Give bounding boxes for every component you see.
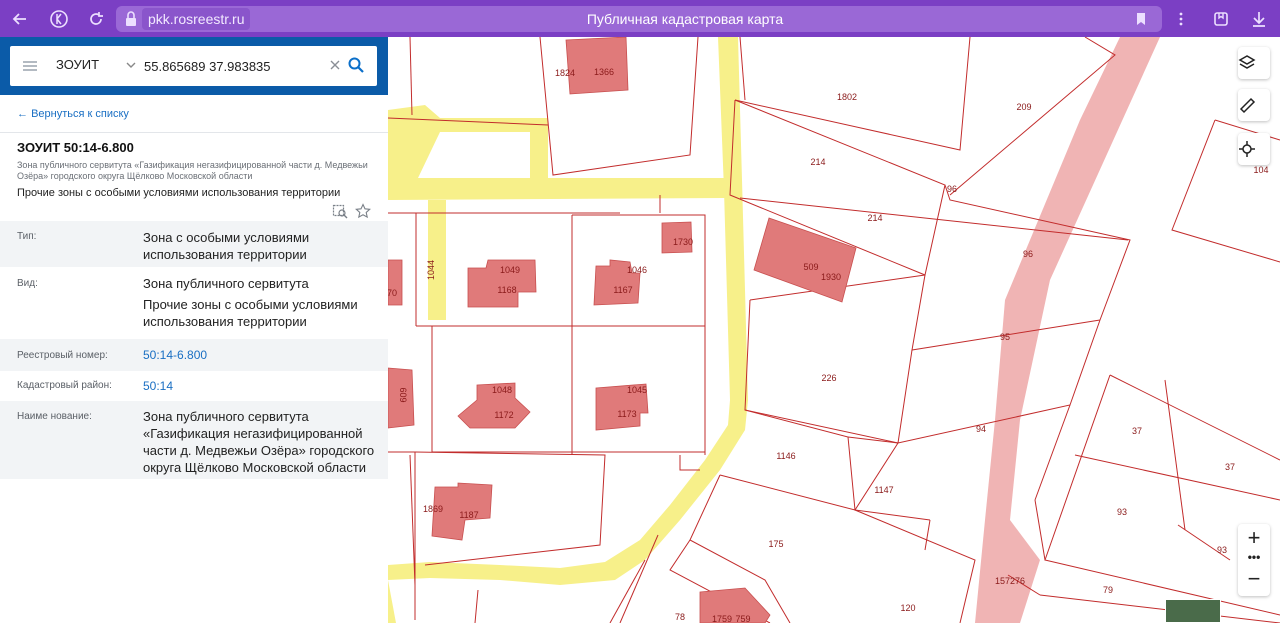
minus-icon[interactable]: − <box>1238 566 1270 594</box>
cadastral-map[interactable]: 1824 1366 1802 209 214 214 96 96 104 509… <box>388 37 1280 623</box>
zoom-to-object-icon[interactable] <box>332 203 348 219</box>
building-label: 509 <box>803 262 818 272</box>
zoom-controls: + ••• − <box>1238 524 1270 596</box>
back-to-list-link[interactable]: ← Вернуться к списку <box>17 108 129 120</box>
parcel-label: 209 <box>1016 102 1031 112</box>
parcel-label: 96 <box>1023 249 1033 259</box>
search-box: ЗОУИТ <box>10 46 377 86</box>
field-row-registry: Реестровый номер: 50:14-6.800 <box>0 339 388 371</box>
divider <box>0 132 388 133</box>
field-row-district: Кадастровый район: 50:14 <box>0 371 388 401</box>
locate-button[interactable] <box>1238 133 1270 165</box>
lock-icon <box>120 8 142 30</box>
parcel-label: 120 <box>900 603 915 613</box>
measure-button[interactable] <box>1238 89 1270 121</box>
parcel-label: 1146 <box>776 451 795 461</box>
parcel-label: 93 <box>1217 545 1227 555</box>
parcel-label: 79 <box>1103 585 1113 595</box>
map-canvas[interactable]: 1824 1366 1802 209 214 214 96 96 104 509… <box>388 37 1280 623</box>
building-label: 1366 <box>594 67 614 77</box>
hamburger-icon[interactable] <box>22 58 38 74</box>
reload-icon[interactable] <box>85 8 107 30</box>
building-label: 70 <box>388 288 397 298</box>
address-domain[interactable]: pkk.rosreestr.ru <box>142 8 251 30</box>
field-value: Зона с особыми условиями использования т… <box>143 230 310 262</box>
field-value: Прочие зоны с особыми условиями использо… <box>143 297 358 329</box>
more-vert-icon[interactable] <box>1170 8 1192 30</box>
download-icon[interactable] <box>1248 8 1270 30</box>
page-title: Публичная кадастровая карта <box>586 11 784 27</box>
building-label: 1173 <box>617 409 636 419</box>
star-icon[interactable] <box>355 203 371 219</box>
building-label: 1048 <box>492 385 512 395</box>
layers-button[interactable] <box>1238 47 1270 79</box>
clear-icon[interactable] <box>328 58 342 72</box>
parcel-label: 175 <box>768 539 783 549</box>
card-title: ЗОУИТ 50:14-6.800 <box>17 140 134 155</box>
parcel-label: 1869 <box>423 504 443 514</box>
road-zone <box>975 37 1160 623</box>
info-panel: ЗОУИТ ← Вернуться к списку ЗОУИТ 50:14-6… <box>0 37 401 623</box>
parcel-label: 37 <box>1225 462 1235 472</box>
search-type-select[interactable]: ЗОУИТ <box>56 57 99 72</box>
search-input[interactable] <box>144 55 324 77</box>
field-label: Вид: <box>17 278 38 289</box>
search-icon[interactable] <box>347 56 365 74</box>
parcel-label: 93 <box>1117 507 1127 517</box>
field-row-type: Тип: Зона с особыми условиями использова… <box>0 221 388 267</box>
collections-icon[interactable] <box>1210 8 1232 30</box>
parcel-label: 1044 <box>426 260 436 280</box>
building-label: 1046 <box>627 265 647 275</box>
search-header: ЗОУИТ <box>0 37 401 95</box>
field-value: Зона публичного сервитута «Газификация н… <box>143 409 375 475</box>
building-label: 1168 <box>497 285 516 295</box>
field-label: Реестровый номер: <box>17 350 108 361</box>
parcel-label: 157276 <box>995 576 1025 586</box>
parcel-label: 37 <box>1132 426 1142 436</box>
basemap-thumbnail[interactable] <box>1165 599 1221 623</box>
parcel-label: 94 <box>976 424 986 434</box>
building-label: 1187 <box>459 510 478 520</box>
layers-icon <box>1238 55 1256 69</box>
parcel-label: 96 <box>947 184 957 194</box>
ruler-icon <box>1239 97 1256 114</box>
building-label: 1049 <box>500 265 520 275</box>
parcel-label: 226 <box>821 373 836 383</box>
building-label: 759 <box>735 614 750 623</box>
locate-icon <box>1239 141 1255 157</box>
parcel-label: 95 <box>1000 332 1010 342</box>
parcel-label: 214 <box>810 157 825 167</box>
parcel-label: 1147 <box>874 485 893 495</box>
building-label: 1045 <box>627 385 647 395</box>
yandex-icon[interactable] <box>48 8 70 30</box>
parcel-label: 1824 <box>555 68 575 78</box>
building-label: 1730 <box>673 237 693 247</box>
field-value-link[interactable]: 50:14 <box>143 378 375 395</box>
building-label: 609 <box>398 387 408 402</box>
field-row-kind: Вид: Зона публичного сервитута Прочие зо… <box>0 267 388 339</box>
parcel-label: 104 <box>1253 165 1268 175</box>
bookmark-icon[interactable] <box>1130 8 1152 30</box>
building-label: 1759 <box>712 614 732 623</box>
field-label: Кадастровый район: <box>17 380 112 391</box>
field-value-link[interactable]: 50:14-6.800 <box>143 347 375 364</box>
building-label: 1172 <box>494 410 513 420</box>
parcel-label: 78 <box>675 612 685 622</box>
parcel-label: 1802 <box>837 92 857 102</box>
parcel-label: 214 <box>867 213 882 223</box>
field-label: Наиме нование: <box>17 411 92 422</box>
back-arrow-icon: ← <box>17 108 28 120</box>
card-subtitle: Зона публичного сервитута «Газификация н… <box>17 160 368 181</box>
chevron-down-icon[interactable] <box>124 58 138 72</box>
more-icon[interactable]: ••• <box>1238 551 1270 566</box>
plus-icon[interactable]: + <box>1238 524 1270 552</box>
building-label: 1167 <box>613 285 632 295</box>
back-arrow-icon[interactable] <box>9 8 31 30</box>
card-category: Прочие зоны с особыми условиями использо… <box>17 187 341 199</box>
browser-toolbar: pkk.rosreestr.ru Публичная кадастровая к… <box>0 0 1280 37</box>
field-row-name: Наиме нование: Зона публичного сервитута… <box>0 401 388 479</box>
field-label: Тип: <box>17 231 37 242</box>
field-value: Зона публичного сервитута <box>143 276 309 291</box>
building-label: 1930 <box>821 272 841 282</box>
